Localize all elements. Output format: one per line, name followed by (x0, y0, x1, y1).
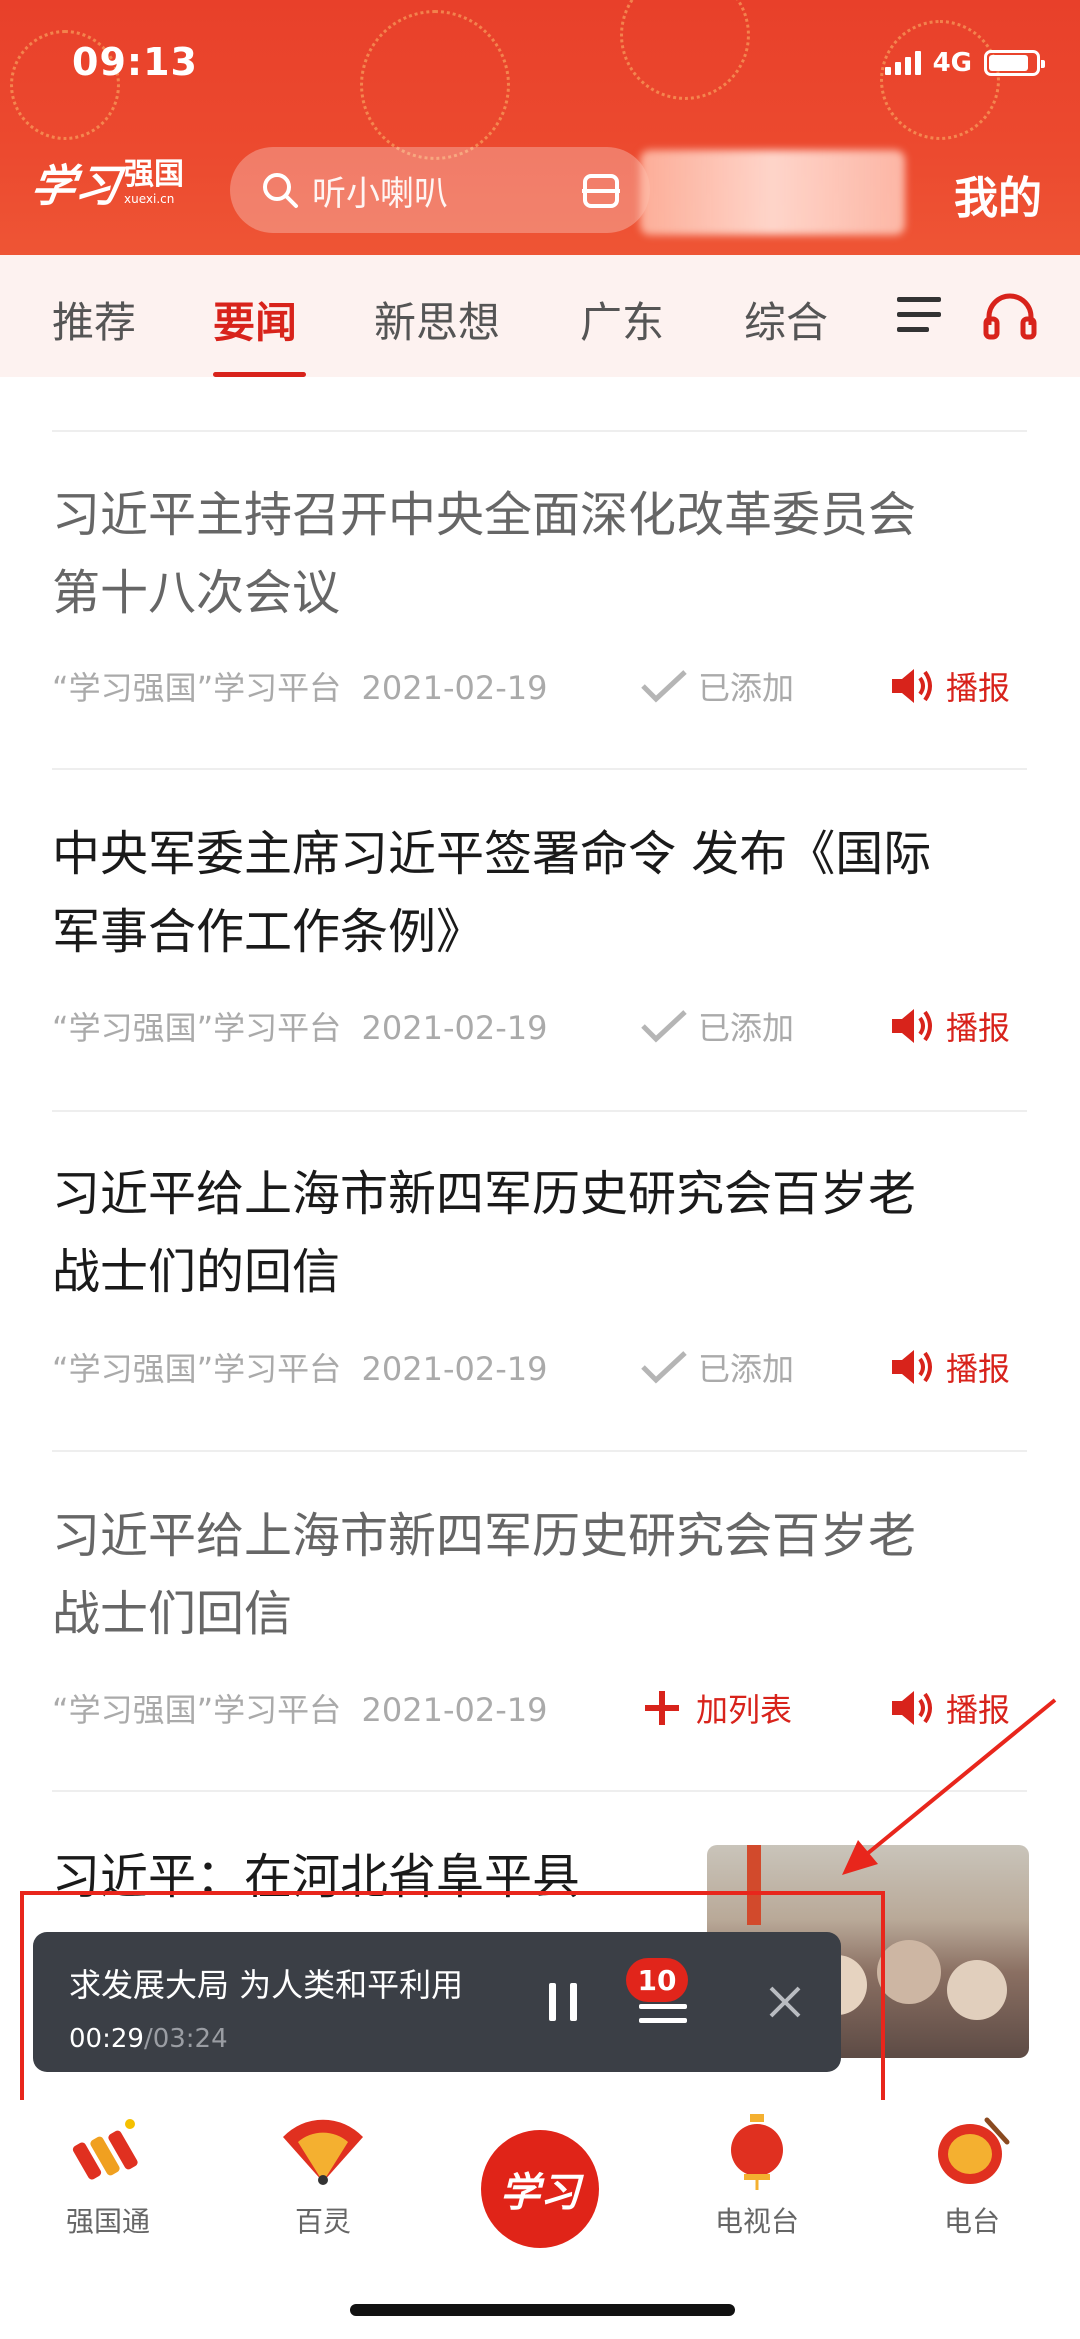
feed-divider (52, 430, 1027, 432)
speaker-icon (892, 1009, 932, 1043)
scan-icon[interactable] (582, 173, 620, 209)
channel-tabs: 推荐 要闻 新思想 广东 综合 (0, 255, 1080, 377)
broadcast-button[interactable]: 播报 (890, 1344, 1010, 1390)
nav-label: 百灵 (294, 2205, 351, 2238)
article-source: “学习强国”学习平台 2021-02-19 (52, 1009, 548, 1047)
added-to-list-status: 已添加 (640, 1003, 794, 1049)
signal-icon (884, 51, 921, 75)
search-placeholder: 听小喇叭 (312, 173, 448, 214)
added-to-list-status: 已添加 (640, 663, 794, 709)
search-bar[interactable]: 听小喇叭 (230, 147, 650, 233)
article-title[interactable]: 中央军委主席习近平签署命令 发布《国际 军事合作工作条例》 (52, 815, 1012, 971)
nav-bailing[interactable]: 百灵 (253, 2112, 393, 2240)
my-profile-button[interactable]: 我的 (954, 162, 1042, 226)
speaker-icon (892, 1691, 932, 1725)
firework-decoration (880, 20, 1000, 140)
active-tab-indicator (213, 372, 306, 377)
plus-icon (645, 1691, 679, 1725)
checkmark-icon (641, 1010, 687, 1043)
menu-icon[interactable] (895, 293, 943, 337)
battery-icon (984, 50, 1045, 76)
article-source: “学习强国”学习平台 2021-02-19 (52, 1691, 548, 1729)
nav-qiangguotong[interactable]: 强国通 (38, 2112, 178, 2240)
lantern-icon (731, 2114, 783, 2190)
added-to-list-status: 已添加 (640, 1344, 794, 1390)
article-source: “学习强国”学习平台 2021-02-19 (52, 669, 548, 707)
tab-guangdong[interactable]: 广东 (580, 289, 664, 350)
tab-new-thought[interactable]: 新思想 (374, 289, 500, 350)
feed-divider (52, 1110, 1027, 1112)
tab-news[interactable]: 要闻 (213, 289, 297, 350)
speaker-icon (892, 669, 932, 703)
checkmark-icon (641, 1351, 687, 1384)
firework-decoration (620, 0, 750, 100)
article-source: “学习强国”学习平台 2021-02-19 (52, 1350, 548, 1388)
nav-label: 强国通 (65, 2205, 150, 2238)
status-time: 09:13 (72, 40, 198, 84)
fan-icon (283, 2119, 363, 2185)
feed-divider (52, 768, 1027, 770)
nav-tv[interactable]: 电视台 (687, 2112, 827, 2240)
tab-recommend[interactable]: 推荐 (52, 289, 136, 350)
broadcast-button[interactable]: 播报 (890, 663, 1010, 709)
drum-icon (938, 2117, 1010, 2184)
article-title[interactable]: 习近平给上海市新四军历史研究会百岁老 战士们回信 (52, 1497, 1012, 1653)
annotation-highlight-box (20, 1891, 885, 2116)
blurred-region (640, 150, 905, 235)
nav-label: 电视台 (714, 2205, 799, 2238)
article-title[interactable]: 习近平主持召开中央全面深化改革委员会 第十八次会议 (52, 476, 1012, 632)
nav-radio[interactable]: 电台 (902, 2112, 1042, 2240)
nav-xuexi-home[interactable]: 学习 (481, 2130, 599, 2248)
app-logo[interactable]: 学习 强国 xuexi.cn (28, 150, 184, 214)
feed-divider (52, 1790, 1027, 1792)
home-indicator (350, 2304, 735, 2316)
nav-label: 电台 (943, 2205, 1000, 2238)
tab-general[interactable]: 综合 (744, 289, 828, 350)
broadcast-button[interactable]: 播报 (890, 1685, 1010, 1731)
firecracker-icon (72, 2119, 138, 2180)
search-icon (263, 173, 298, 208)
feed-divider (52, 1450, 1027, 1452)
broadcast-button[interactable]: 播报 (890, 1003, 1010, 1049)
network-type: 4G (932, 48, 972, 78)
checkmark-icon (641, 670, 687, 703)
app-header: 09:13 4G 学习 强国 xuexi.cn 听小喇叭 我的 (0, 0, 1080, 255)
status-indicators: 4G (884, 48, 1045, 78)
logo-main-text: 强国 (124, 156, 184, 192)
add-to-list-button[interactable]: 加列表 (642, 1685, 792, 1731)
speaker-icon (892, 1350, 932, 1384)
firework-decoration (360, 10, 510, 160)
headphones-icon[interactable] (983, 291, 1037, 341)
logo-sub-text: xuexi.cn (124, 191, 175, 206)
article-title[interactable]: 习近平给上海市新四军历史研究会百岁老 战士们的回信 (52, 1155, 1012, 1311)
logo-script: 学习 (27, 161, 123, 212)
